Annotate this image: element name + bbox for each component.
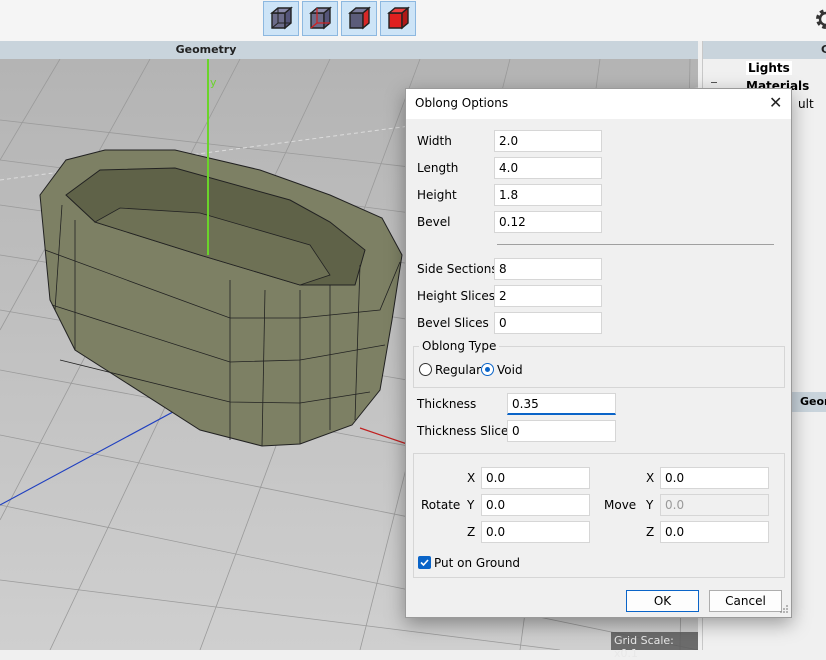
oblong-options-dialog: Oblong Options ✕ Width 2.0 Length 4.0 He… <box>405 88 792 618</box>
put-on-ground-checkbox[interactable] <box>418 556 431 569</box>
rotate-z-field[interactable]: 0.0 <box>481 521 590 543</box>
move-z-field[interactable]: 0.0 <box>660 521 769 543</box>
default-item[interactable]: ult <box>798 97 814 111</box>
move-x-field[interactable]: 0.0 <box>660 467 769 489</box>
y-axis-label: y <box>210 76 217 89</box>
gear-icon[interactable] <box>808 6 826 32</box>
solid-red-cube-icon <box>387 6 410 30</box>
wireframe-red-edges-cube-icon <box>309 6 332 30</box>
viewport-header: Geometry <box>0 41 698 59</box>
rotate-x-label: X <box>467 471 476 485</box>
thickness-slices-label: Thickness Slices <box>417 424 515 438</box>
height-label: Height <box>417 188 457 202</box>
dialog-titlebar: Oblong Options ✕ <box>406 89 791 119</box>
move-z-label: Z <box>646 525 655 539</box>
toolbar <box>0 0 826 41</box>
resize-grip-icon[interactable] <box>779 604 789 614</box>
side-sections-field[interactable]: 8 <box>494 258 602 280</box>
close-icon[interactable]: ✕ <box>769 95 782 111</box>
height-field[interactable]: 1.8 <box>494 184 602 206</box>
wireframe-cube-icon <box>270 6 293 30</box>
geometry-panel-tab[interactable]: Geon <box>792 392 826 412</box>
thickness-label: Thickness <box>417 397 477 411</box>
rotate-z-label: Z <box>467 525 476 539</box>
bevel-slices-label: Bevel Slices <box>417 316 489 330</box>
wireframe-cube-button[interactable] <box>263 1 299 36</box>
height-slices-label: Height Slices <box>417 289 495 303</box>
cancel-button[interactable]: Cancel <box>709 590 782 612</box>
shaded-wire-cube-button[interactable] <box>341 1 377 36</box>
length-field[interactable]: 4.0 <box>494 157 602 179</box>
bevel-field[interactable]: 0.12 <box>494 211 602 233</box>
height-slices-field[interactable]: 2 <box>494 285 602 307</box>
lights-item[interactable]: Lights <box>746 61 792 75</box>
thickness-field[interactable]: 0.35 <box>507 393 616 415</box>
rotate-y-field[interactable]: 0.0 <box>481 494 590 516</box>
width-label: Width <box>417 134 452 148</box>
shaded-wire-cube-icon <box>348 6 371 30</box>
width-field[interactable]: 2.0 <box>494 130 602 152</box>
void-radio[interactable] <box>481 363 494 376</box>
oblong-type-label: Oblong Type <box>419 339 500 353</box>
viewport-title: Geometry <box>175 43 237 56</box>
regular-radio-label[interactable]: Regular <box>435 363 481 377</box>
rotate-x-field[interactable]: 0.0 <box>481 467 590 489</box>
solid-red-cube-button[interactable] <box>380 1 416 36</box>
move-y-field: 0.0 <box>660 494 769 516</box>
collapse-icon[interactable] <box>711 82 717 83</box>
right-panel-header-label: C <box>821 43 826 56</box>
put-on-ground-label[interactable]: Put on Ground <box>434 556 520 570</box>
move-y-label: Y <box>646 498 654 512</box>
grid-scale-label: Grid Scale: x0.1 <box>611 632 698 660</box>
rotate-y-label: Y <box>467 498 475 512</box>
right-panel-header: C <box>703 41 826 59</box>
length-label: Length <box>417 161 459 175</box>
move-label: Move <box>604 498 637 512</box>
wireframe-red-edges-button[interactable] <box>302 1 338 36</box>
void-radio-label[interactable]: Void <box>497 363 523 377</box>
rotate-label: Rotate <box>421 498 461 512</box>
checkmark-icon <box>420 559 429 567</box>
dialog-title: Oblong Options <box>415 96 509 110</box>
ok-button[interactable]: OK <box>626 590 699 612</box>
regular-radio[interactable] <box>419 363 432 376</box>
move-x-label: X <box>646 471 655 485</box>
bevel-label: Bevel <box>417 215 451 229</box>
side-sections-label: Side Sections <box>417 262 498 276</box>
separator <box>497 244 774 245</box>
bevel-slices-field[interactable]: 0 <box>494 312 602 334</box>
thickness-slices-field[interactable]: 0 <box>507 420 616 442</box>
